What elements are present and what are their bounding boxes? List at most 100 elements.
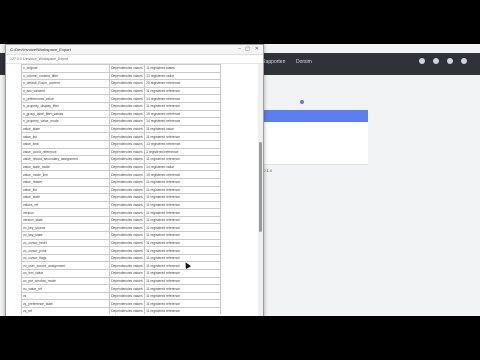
cell-type: Dependencies values [109,147,146,157]
document-area: n_original Dependencies values 11 register… [6,64,257,314]
cell-type: Dependencies values [109,170,146,179]
app-nav-item[interactable]: Rapporten [262,59,285,65]
cell-value: 20 registered reference [144,79,221,88]
cell-key: value_reader [20,177,111,187]
search-icon[interactable] [419,58,425,64]
window-title-bar[interactable]: C:\Dev\Invoice\Workspace_Export – ▢ ✕ [6,45,263,55]
table-row: vo_key_state Dependencies values 11 regist… [20,231,221,240]
cell-value: 11 registered reference [144,200,221,210]
cell-value: 11 registered reference [144,307,221,314]
table-row: vo_cursor_point Dependencies values 11 reg… [20,246,221,255]
cell-type: Dependencies values [109,307,146,314]
cell-key: n_default_Enum_content [20,79,111,88]
screen: Rapporten Dorsim 0.0.1.0 C:\Dev\Invoice\… [0,44,480,316]
cell-key: vo_key_state [20,231,111,240]
cell-type: Dependencies values [109,223,146,233]
cell-value: 11 registered reference [144,101,221,111]
minimize-button[interactable]: – [238,46,241,52]
close-button[interactable]: ✕ [255,46,259,52]
table-row: n_group_label_filter_values Dependencies … [20,109,221,119]
cell-type: Dependencies values [109,117,146,126]
table-row: value_state_mode Dependencies values 14 re… [20,162,221,172]
table-row: n_preferences_value Dependencies values 14… [20,94,221,103]
cell-value: 11 registered reference [144,177,221,187]
table-row: value_limit Dependencies values 13 registe… [20,139,221,149]
table-row: n_column_content_filter Dependencies valu… [20,71,221,81]
cell-key: value_limit [20,139,111,149]
cell-key: value_state [20,124,111,134]
cell-value: 11 registered states [144,64,221,73]
table-row: version_state Dependencies values 11 regis… [20,215,221,225]
cell-key: vs_preference_state [20,299,111,308]
table-row: value_state Dependencies values 11 registe… [20,193,221,202]
cell-type: Dependencies values [109,132,146,141]
cell-key: n_preferences_value [20,94,111,103]
table-row: values_ref Dependencies values 11 register… [20,200,221,210]
table-row: version Dependencies values 11 registered … [20,208,221,217]
cell-value: 11 registered reference [144,193,221,202]
cell-type: Dependencies values [109,185,146,195]
table-row: value_reader Dependencies values 11 regist… [20,177,221,187]
cell-type: Dependencies values [109,231,146,240]
table-row: vs Dependencies values 11 registered refer… [20,291,221,301]
table-row: value_count_reference Dependencies values… [20,147,221,157]
cell-type: Dependencies values [109,94,146,103]
cell-type: Dependencies values [109,261,146,271]
cell-type: Dependencies values [109,276,146,286]
table-row: n_property_display_filter Dependencies va… [20,101,221,111]
app-nav-item-dropdown[interactable]: Dorsim [296,59,312,65]
cell-value: 11 registered reference [144,299,221,308]
user-icon[interactable] [447,58,453,64]
cell-type: Dependencies values [109,79,146,88]
table-row: vo_key_source Dependencies values 11 regis… [20,223,221,233]
cell-value: 11 registered reference [144,246,221,255]
address-bar[interactable]: 127.0.0.1/Invoice_Workspace_Export [6,55,263,64]
cell-key: value_list [20,132,111,141]
app-logo [300,100,304,104]
menu-icon[interactable] [461,58,467,64]
cell-value: 11 registered reference [144,238,221,248]
cell-key: vo_cursor_flags [20,253,111,263]
cell-value: 11 registered reference [144,185,221,195]
vertical-scrollbar[interactable] [258,64,263,316]
cell-value: 11 registered reference [144,269,221,278]
cell-value: 11 registered reference [144,291,221,301]
cell-key: value_count_reference [20,147,111,157]
cell-type: Dependencies values [109,215,146,225]
table-row: value_list Dependencies values 11 register… [20,185,221,195]
cell-type: Dependencies values [109,86,146,96]
cell-type: Dependencies values [109,155,146,164]
cell-type: Dependencies values [109,109,146,119]
cell-key: value_record_secondary_assignment [20,155,111,164]
data-table: n_original Dependencies values 11 register… [20,64,221,314]
cell-key: vo_user_source_assignment [20,261,111,271]
cell-key: n_group_label_filter_values [20,109,111,119]
cell-value: 11 registered reference [144,155,221,164]
table-row: vo_cursor_flags Dependencies values 11 reg… [20,253,221,263]
cell-type: Dependencies values [109,284,146,293]
cell-key: vs_ref [20,307,111,314]
table-row: n_acc_valueint Dependencies values 11 regi… [20,86,221,96]
window-title: C:\Dev\Invoice\Workspace_Export [10,47,71,52]
cell-type: Dependencies values [109,291,146,301]
cell-type: Dependencies values [109,139,146,149]
cell-key: n_acc_valueint [20,86,111,96]
cell-value: 11 registered reference [144,208,221,217]
table-row: vs_ref Dependencies values 11 registered r… [20,307,221,314]
scrollbar-thumb[interactable] [259,142,262,232]
cell-key: vs [20,291,111,301]
cell-key: value_state_mode [20,162,111,172]
cell-type: Dependencies values [109,124,146,134]
table-row: vo_wm_value Dependencies values 11 registe… [20,269,221,278]
maximize-button[interactable]: ▢ [245,46,250,52]
logo-icon [300,100,304,104]
cell-value: 14 registered reference [144,117,221,126]
cell-value: 11 registered reference [144,276,221,286]
cell-key: vo_pre_window_mode [20,276,111,286]
settings-icon[interactable] [433,58,439,64]
cell-value: 13 registered reference [144,139,221,149]
table-row: value_list Dependencies values 11 register… [20,132,221,141]
cell-key: value_list [20,185,111,195]
cell-type: Dependencies values [109,238,146,248]
cell-type: Dependencies values [109,71,146,81]
